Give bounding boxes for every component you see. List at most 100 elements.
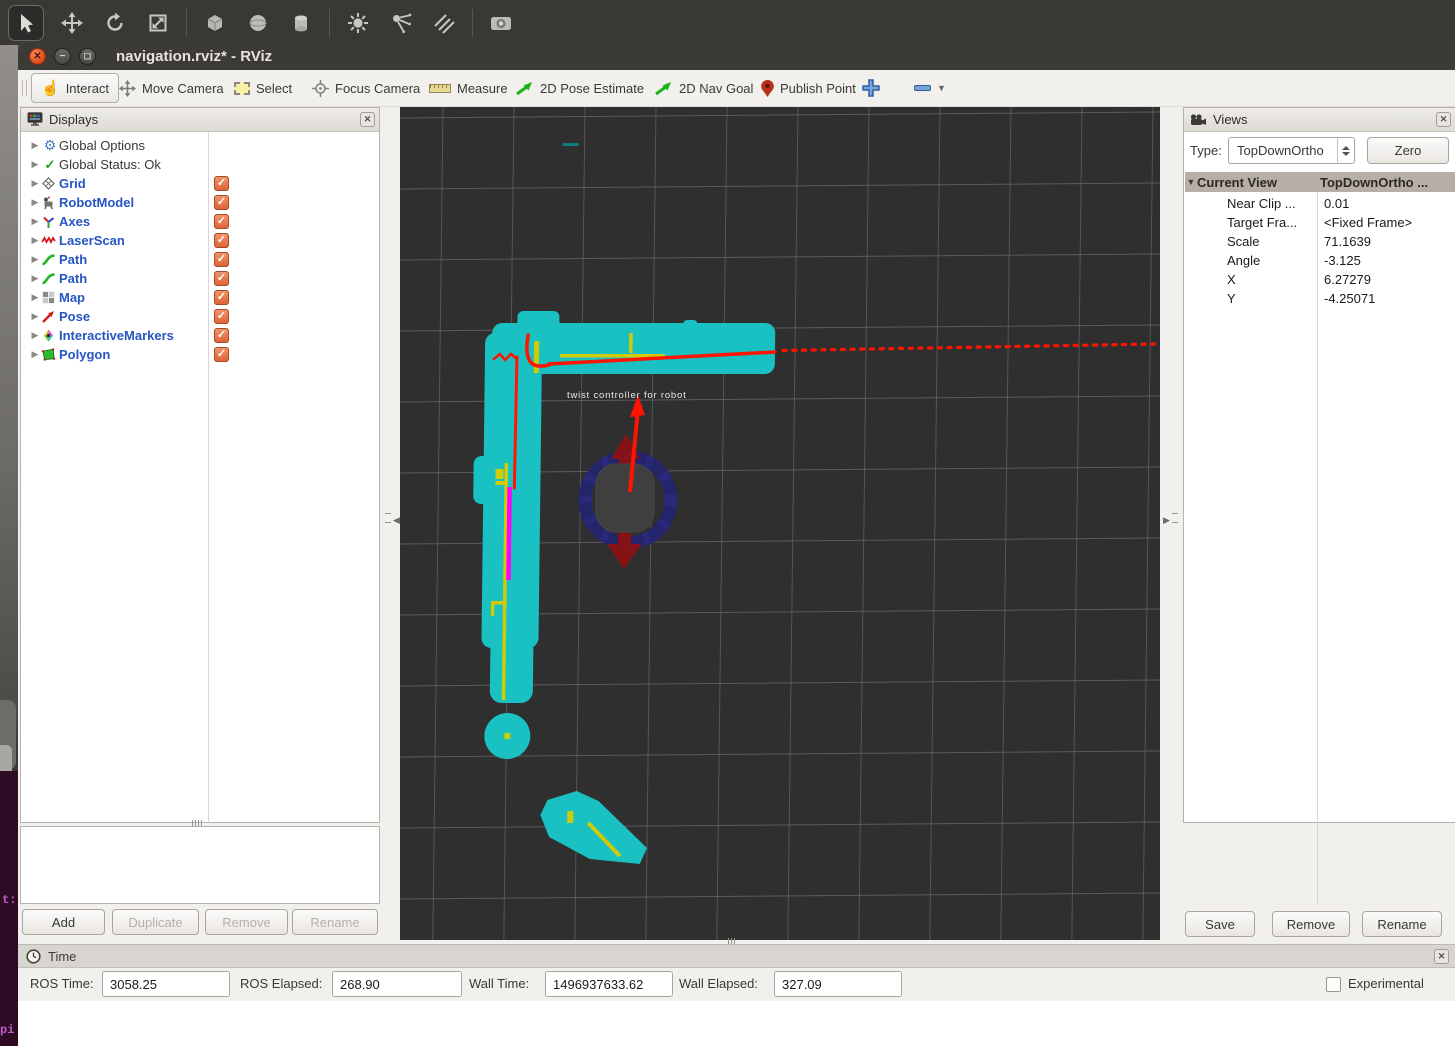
duplicate-display-button[interactable]: Duplicate [112,909,199,935]
current-view-row[interactable]: ▼ Current View TopDownOrtho ... [1185,172,1455,192]
interact-tool-button[interactable]: ☝ Interact [31,73,119,103]
view-prop-value[interactable]: 0.01 [1324,196,1349,211]
rename-view-button[interactable]: Rename [1362,911,1442,937]
titlebar[interactable]: ✕ − ❑ navigation.rviz* - RViz [18,42,1455,70]
expand-arrow-icon[interactable]: ▶ [29,349,41,360]
experimental-checkbox[interactable] [1326,977,1341,992]
close-panel-icon[interactable]: ✕ [1436,112,1451,127]
translate-tool-icon[interactable] [57,8,87,38]
box-shape-icon[interactable] [200,8,230,38]
save-view-button[interactable]: Save [1185,911,1255,937]
spinner-arrows-icon[interactable] [1337,138,1354,163]
display-row-interactivemarkers[interactable]: ▶ InteractiveMarkers [29,326,174,345]
interactivemarkers-enabled-checkbox[interactable]: ✓ [214,328,229,343]
nav-goal-tool[interactable]: 2D Nav Goal [654,73,753,103]
publish-point-tool[interactable]: Publish Point [761,73,856,103]
nav-goal-label: 2D Nav Goal [679,81,753,96]
path-enabled-checkbox[interactable]: ✓ [214,271,229,286]
display-row-path[interactable]: ▶ Path [29,250,87,269]
display-row-grid[interactable]: ▶ Grid [29,174,86,193]
add-display-button[interactable]: Add [22,909,105,935]
wall-time-input[interactable] [545,971,673,997]
expand-arrow-icon[interactable]: ▶ [29,235,41,246]
expand-arrow-icon[interactable]: ▶ [29,311,41,322]
grid-enabled-checkbox[interactable]: ✓ [214,176,229,191]
view-prop-value[interactable]: <Fixed Frame> [1324,215,1412,230]
expand-arrow-icon[interactable]: ▶ [29,292,41,303]
view-prop-value[interactable]: -3.125 [1324,253,1361,268]
rotate-tool-icon[interactable] [100,8,130,38]
cylinder-shape-icon[interactable] [286,8,316,38]
sphere-shape-icon[interactable] [243,8,273,38]
wall-elapsed-input[interactable] [774,971,902,997]
expand-arrow-icon[interactable]: ▶ [29,254,41,265]
view-prop-value[interactable]: 71.1639 [1324,234,1371,249]
close-panel-icon[interactable]: ✕ [1434,949,1449,964]
expand-arrow-icon[interactable]: ▶ [29,330,41,341]
ros-elapsed-input[interactable] [332,971,462,997]
focus-camera-tool[interactable]: Focus Camera [312,73,420,103]
expand-arrow-icon[interactable]: ▶ [29,140,41,151]
select-tool[interactable]: Select [234,73,292,103]
remove-view-button[interactable]: Remove [1272,911,1350,937]
display-row-pose[interactable]: ▶ Pose [29,307,90,326]
views-panel-header[interactable]: Views ✕ [1184,108,1455,132]
display-row-robotmodel[interactable]: ▶ RobotModel [29,193,134,212]
pose-enabled-checkbox[interactable]: ✓ [214,309,229,324]
path-enabled-checkbox[interactable]: ✓ [214,252,229,267]
left-dock-splitter[interactable]: ◀ [383,513,400,526]
expand-arrow-icon[interactable]: ▶ [29,178,41,189]
point-light-icon[interactable] [343,8,373,38]
expand-arrow-icon[interactable]: ▶ [29,216,41,227]
remove-tool-button[interactable]: ▼ [914,73,946,103]
axes-enabled-checkbox[interactable]: ✓ [214,214,229,229]
collapse-arrow-icon[interactable]: ▼ [1185,177,1197,187]
toolbar-grip[interactable] [22,80,27,96]
right-dock-splitter[interactable]: ▶ [1163,513,1180,526]
add-tool-button[interactable] [861,73,881,103]
ros-time-input[interactable] [102,971,230,997]
view-prop-value[interactable]: -4.25071 [1324,291,1375,306]
display-row-laserscan[interactable]: ▶ LaserScan [29,231,125,250]
view-prop-value[interactable]: 6.27279 [1324,272,1371,287]
display-row-map[interactable]: ▶ Map [29,288,85,307]
expand-arrow-icon[interactable]: ▶ [29,273,41,284]
map-enabled-checkbox[interactable]: ✓ [214,290,229,305]
minimize-window-button[interactable]: − [54,48,71,65]
laserscan-enabled-checkbox[interactable]: ✓ [214,233,229,248]
view-type-dropdown[interactable]: TopDownOrtho [1228,137,1355,164]
remove-display-button[interactable]: Remove [205,909,288,935]
pose-estimate-tool[interactable]: 2D Pose Estimate [515,73,644,103]
column-divider[interactable] [208,132,209,823]
close-window-button[interactable]: ✕ [29,48,46,65]
minus-icon [914,85,931,91]
display-row-axes[interactable]: ▶ Axes [29,212,90,231]
robotmodel-enabled-checkbox[interactable]: ✓ [214,195,229,210]
polygon-enabled-checkbox[interactable]: ✓ [214,347,229,362]
displays-panel-header[interactable]: Displays ✕ [21,108,379,132]
move-camera-label: Move Camera [142,81,224,96]
monitor-icon [27,112,43,127]
3d-viewport[interactable]: twist controller for robot [400,107,1160,940]
scale-tool-icon[interactable] [143,8,173,38]
move-camera-tool[interactable]: Move Camera [119,73,224,103]
display-row-global-status[interactable]: ▶ ✓ Global Status: Ok [29,155,161,174]
display-row-polygon[interactable]: ▶ Polygon [29,345,110,364]
ros-elapsed-label: ROS Elapsed: [240,976,322,991]
rename-display-button[interactable]: Rename [292,909,378,935]
views-column-divider[interactable] [1317,192,1318,906]
time-panel-header[interactable]: Time ✕ [18,944,1455,968]
video-camera-icon [1190,114,1207,126]
select-arrow-icon[interactable] [8,5,44,41]
expand-arrow-icon[interactable]: ▶ [29,159,41,170]
spot-light-icon[interactable] [386,8,416,38]
measure-tool[interactable]: Measure [429,73,508,103]
screenshot-camera-icon[interactable] [486,8,516,38]
display-row-path[interactable]: ▶ Path [29,269,87,288]
display-row-global-options[interactable]: ▶ ⚙ Global Options [29,136,145,155]
maximize-window-button[interactable]: ❑ [79,48,96,65]
zero-button[interactable]: Zero [1367,137,1449,164]
expand-arrow-icon[interactable]: ▶ [29,197,41,208]
close-panel-icon[interactable]: ✕ [360,112,375,127]
directional-light-icon[interactable] [429,8,459,38]
